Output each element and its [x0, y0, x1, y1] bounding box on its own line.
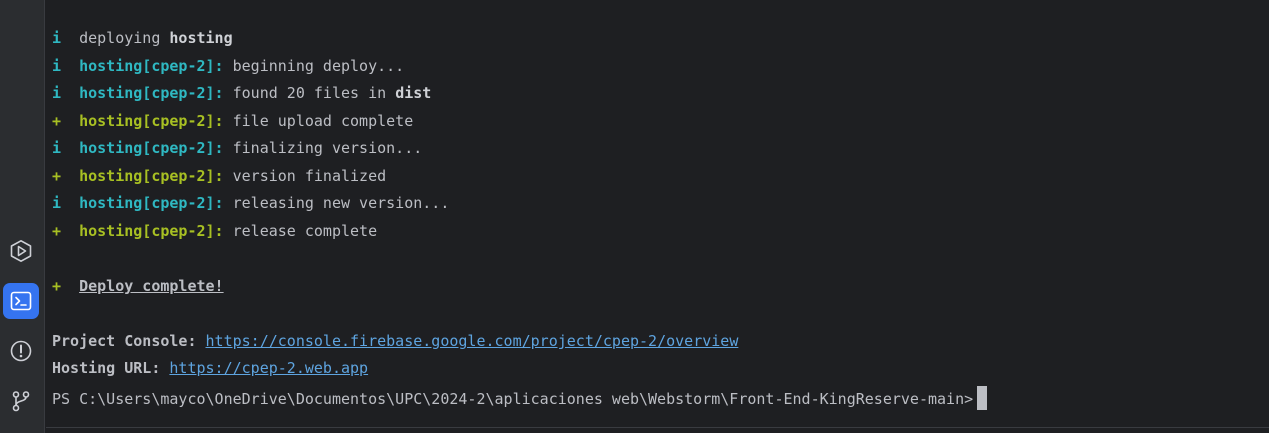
log-text: beginning deploy...	[232, 57, 405, 75]
problems-tool-button[interactable]	[3, 333, 39, 369]
project-console-link[interactable]: https://console.firebase.google.com/proj…	[206, 332, 739, 350]
log-prefix: hosting[cpep-2]:	[79, 112, 224, 130]
log-prefix: hosting[cpep-2]:	[79, 57, 224, 75]
success-marker: +	[52, 112, 62, 130]
log-line: i hosting[cpep-2]: finalizing version...	[52, 138, 422, 158]
git-branch-icon	[12, 391, 30, 412]
log-line: + hosting[cpep-2]: release complete	[52, 221, 377, 241]
hosting-url-label: Hosting URL:	[52, 359, 161, 377]
log-line: i hosting[cpep-2]: releasing new version…	[52, 193, 449, 213]
log-text: releasing new version...	[232, 194, 450, 212]
log-line: i hosting[cpep-2]: found 20 files in dis…	[52, 83, 431, 103]
project-console-line: Project Console: https://console.firebas…	[52, 331, 738, 351]
success-marker: +	[52, 167, 62, 185]
run-icon	[10, 239, 32, 263]
git-tool-button[interactable]	[3, 383, 39, 419]
deploy-complete-line: + Deploy complete!	[52, 276, 224, 296]
log-text: found 20 files in	[232, 84, 396, 102]
ide-window: i deploying hosting i hosting[cpep-2]: b…	[0, 0, 1269, 433]
log-text: release complete	[232, 222, 378, 240]
log-text: deploying	[79, 29, 170, 47]
success-marker: +	[52, 277, 62, 295]
success-marker: +	[52, 222, 62, 240]
log-prefix: hosting[cpep-2]:	[79, 84, 224, 102]
log-bold-text: hosting	[169, 29, 233, 47]
log-prefix: hosting[cpep-2]:	[79, 194, 224, 212]
log-line: i hosting[cpep-2]: beginning deploy...	[52, 56, 404, 76]
info-marker: i	[52, 57, 62, 75]
terminal-output[interactable]: i deploying hosting i hosting[cpep-2]: b…	[46, 0, 1269, 427]
log-prefix: hosting[cpep-2]:	[79, 167, 224, 185]
info-marker: i	[52, 139, 62, 157]
status-divider	[46, 427, 1269, 433]
hosting-url-line: Hosting URL: https://cpep-2.web.app	[52, 358, 368, 378]
prompt-line[interactable]: PS C:\Users\mayco\OneDrive\Documentos\UP…	[52, 386, 988, 410]
log-text: file upload complete	[232, 112, 414, 130]
terminal-tool-button[interactable]	[3, 283, 39, 319]
log-bold-text: dist	[395, 84, 432, 102]
text-cursor	[977, 386, 988, 410]
hosting-url-link[interactable]: https://cpep-2.web.app	[169, 359, 368, 377]
log-prefix: hosting[cpep-2]:	[79, 222, 224, 240]
log-line: + hosting[cpep-2]: version finalized	[52, 166, 386, 186]
log-line: i deploying hosting	[52, 28, 233, 48]
info-marker: i	[52, 84, 62, 102]
info-marker: i	[52, 29, 62, 47]
log-prefix: hosting[cpep-2]:	[79, 139, 224, 157]
project-console-label: Project Console:	[52, 332, 197, 350]
problems-icon	[10, 340, 32, 362]
tool-window-bar	[0, 0, 45, 433]
info-marker: i	[52, 194, 62, 212]
log-line: + hosting[cpep-2]: file upload complete	[52, 111, 413, 131]
shell-prompt: PS C:\Users\mayco\OneDrive\Documentos\UP…	[52, 390, 974, 408]
terminal-icon	[10, 291, 32, 311]
deploy-complete-message: Deploy complete!	[79, 277, 224, 295]
log-text: finalizing version...	[232, 139, 423, 157]
run-tool-button[interactable]	[3, 233, 39, 269]
log-text: version finalized	[232, 167, 387, 185]
